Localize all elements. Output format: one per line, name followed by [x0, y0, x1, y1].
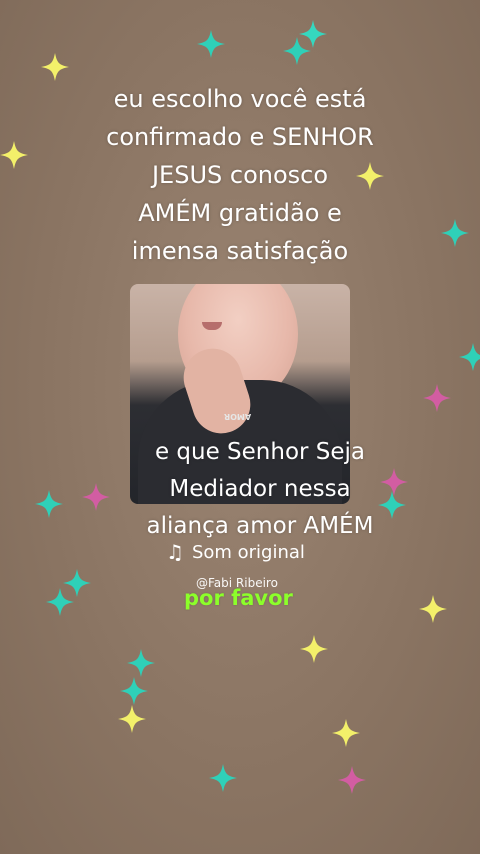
sparkle-yellow-6: [118, 705, 146, 733]
top-caption-line-1: eu escolho você está: [113, 85, 367, 113]
top-caption-line-3: JESUS conosco: [151, 161, 329, 189]
bottom-caption: e que Senhor Seja Mediador nessa aliança…: [110, 434, 410, 545]
bottom-caption-line-2: Mediador nessa: [169, 476, 351, 502]
top-caption-line-2: confirmado e SENHOR: [106, 123, 374, 151]
sparkle-teal-1: [197, 30, 225, 58]
sparkle-yellow-4: [419, 595, 447, 623]
sparkle-teal-5: [459, 343, 480, 371]
sound-label: Som original: [191, 541, 305, 563]
sparkle-pink-2: [82, 483, 110, 511]
please-text: por favor: [184, 586, 293, 610]
top-caption-line-4: AMÉM gratidão e: [138, 199, 342, 227]
sparkle-yellow-8: [41, 53, 69, 81]
sparkle-teal-9: [63, 569, 91, 597]
top-caption: eu escolho você está confirmado e SENHOR…: [70, 80, 410, 270]
sparkle-teal-2: [283, 37, 311, 65]
sparkle-teal-6: [35, 490, 63, 518]
sparkle-yellow-5: [300, 635, 328, 663]
sound-row[interactable]: ♫ Som original: [166, 540, 305, 564]
sparkle-pink-4: [338, 766, 366, 794]
sparkle-teal-12: [209, 764, 237, 792]
sparkle-teal-10: [127, 649, 155, 677]
bottom-caption-line-1: e que Senhor Seja: [154, 439, 366, 465]
sparkle-yellow-7: [332, 719, 360, 747]
sparkle-teal-3: [299, 20, 327, 48]
sparkle-yellow-1: [0, 141, 28, 169]
top-caption-line-5: imensa satisfação: [131, 237, 349, 265]
sparkle-teal-4: [441, 219, 469, 247]
shirt-text: AMOR: [224, 412, 252, 421]
sparkle-teal-8: [46, 588, 74, 616]
sparkle-pink-1: [423, 384, 451, 412]
sparkle-teal-11: [120, 677, 148, 705]
music-note-icon: ♫: [166, 540, 184, 564]
